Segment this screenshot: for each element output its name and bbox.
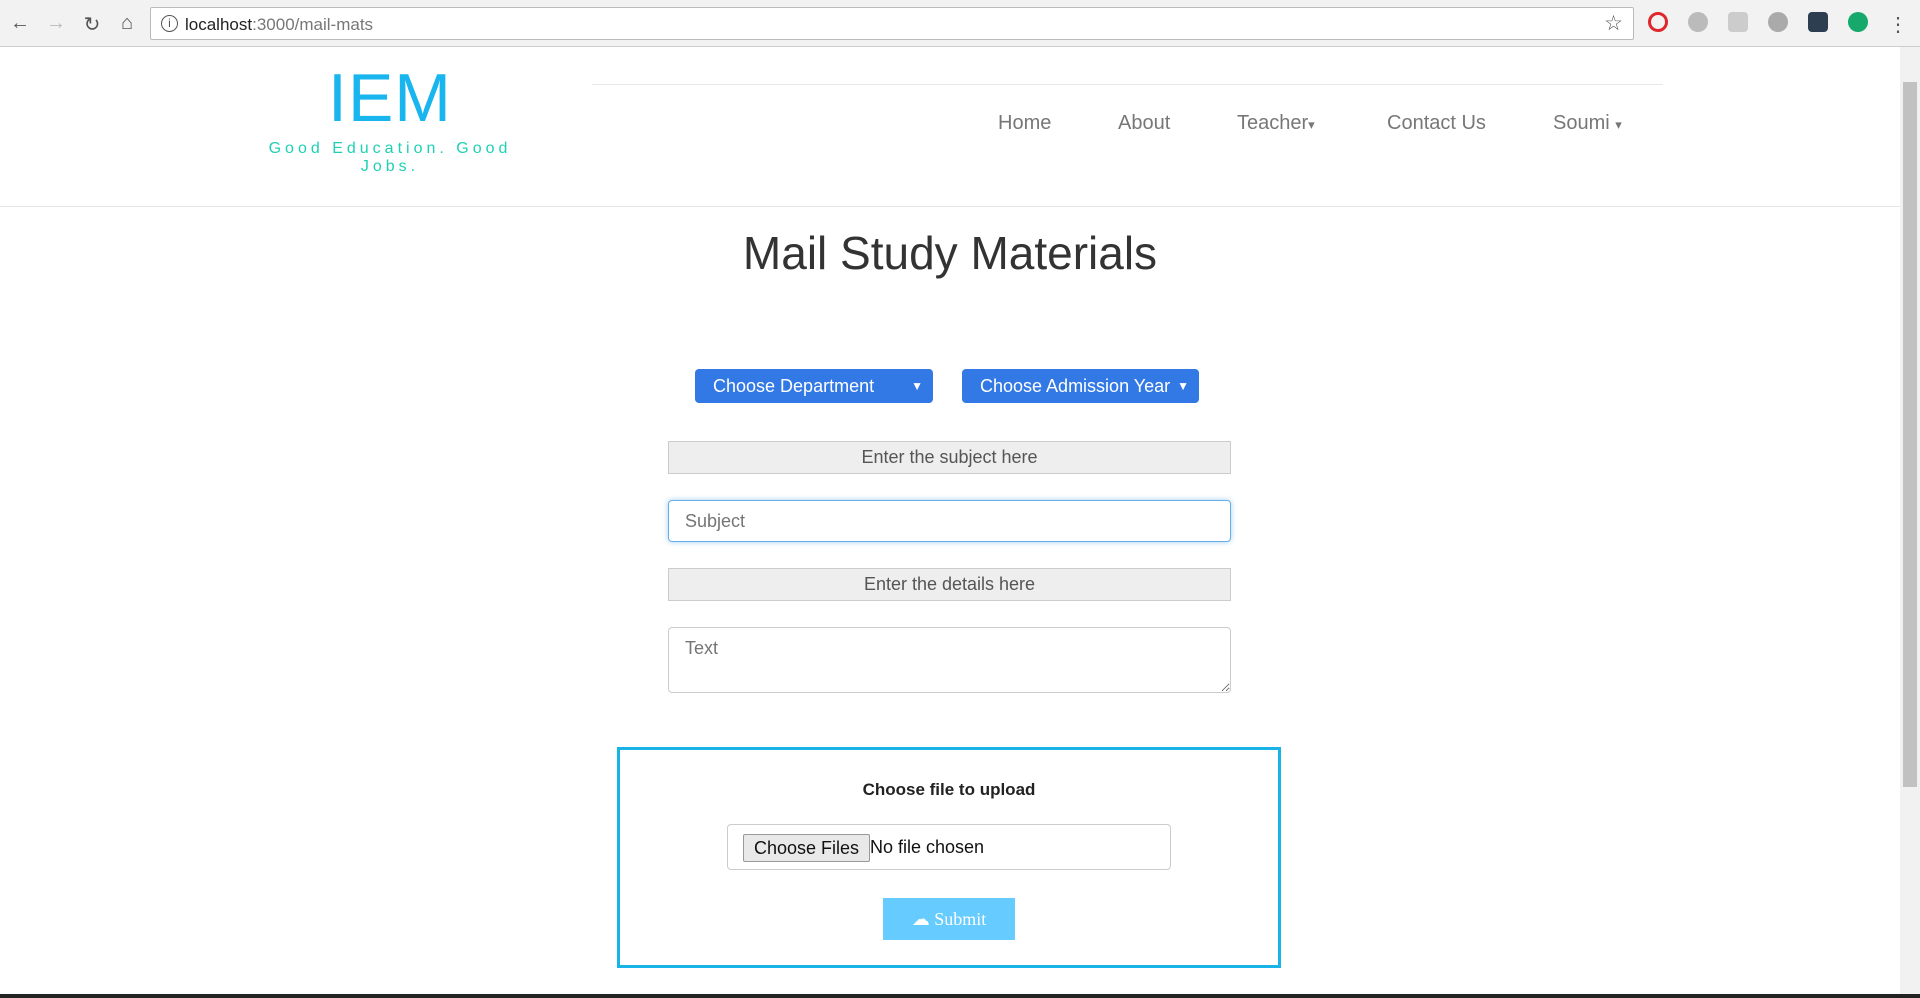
nav-home[interactable]: Home [998, 112, 1051, 135]
scrollbar[interactable] [1900, 47, 1920, 994]
taskbar-edge [0, 994, 1920, 998]
select-label: Choose Department [713, 376, 875, 396]
logo[interactable]: IEM Good Education. Good Jobs. [240, 60, 540, 176]
upload-title: Choose file to upload [862, 780, 1036, 799]
department-select[interactable]: Choose Department ▼ [695, 369, 933, 403]
caret-down-icon: ▾ [1615, 117, 1622, 132]
menu-icon[interactable]: ⋮ [1886, 12, 1910, 37]
bookmark-star-icon[interactable]: ☆ [1604, 11, 1623, 36]
extension-icon[interactable] [1768, 12, 1788, 32]
nav-user-menu[interactable]: Soumi ▾ [1553, 112, 1622, 135]
info-icon[interactable]: i [161, 15, 178, 32]
details-textarea[interactable] [668, 627, 1231, 693]
divider [592, 84, 1663, 85]
browser-toolbar: ← → ↻ ⌂ i localhost:3000/mail-mats ☆ ⋮ [0, 0, 1920, 47]
nav-label: Soumi [1553, 112, 1610, 134]
caret-down-icon: ▼ [1177, 379, 1189, 393]
details-label: Enter the details here [668, 568, 1231, 601]
back-icon[interactable]: ← [8, 12, 32, 35]
logo-text: IEM [328, 60, 452, 136]
extension-icon[interactable] [1688, 12, 1708, 32]
forward-icon[interactable]: → [44, 12, 68, 35]
url-path: :3000/mail-mats [252, 15, 374, 34]
divider [0, 206, 1900, 207]
subject-input[interactable] [668, 500, 1231, 542]
url-text: localhost:3000/mail-mats [185, 15, 373, 35]
admission-year-select[interactable]: Choose Admission Year ▼ [962, 369, 1199, 403]
file-status: No file chosen [870, 837, 985, 857]
url-host: localhost [185, 15, 253, 34]
page-title: Mail Study Materials [742, 227, 1158, 279]
upload-panel: Choose file to upload Choose Files No fi… [617, 747, 1281, 968]
home-icon[interactable]: ⌂ [115, 12, 139, 35]
subject-label: Enter the subject here [668, 441, 1231, 474]
caret-down-icon: ▼ [911, 379, 923, 393]
choose-files-button[interactable]: Choose Files [743, 834, 871, 862]
reload-icon[interactable]: ↻ [80, 12, 104, 37]
submit-label: Submit [934, 909, 987, 929]
nav-contact[interactable]: Contact Us [1387, 112, 1486, 135]
pdf-extension-icon[interactable] [1728, 12, 1748, 32]
caret-down-icon: ▾ [1308, 117, 1315, 132]
file-input[interactable]: Choose Files No file chosen [727, 824, 1171, 870]
nav-label: Teacher [1237, 112, 1309, 134]
cloud-upload-icon: ☁ [911, 909, 930, 929]
scrollbar-thumb[interactable] [1903, 82, 1917, 787]
select-label: Choose Admission Year [980, 376, 1171, 396]
tagline: Good Education. Good Jobs. [268, 140, 512, 175]
submit-button[interactable]: ☁ Submit [883, 898, 1015, 940]
opera-extension-icon[interactable] [1648, 12, 1668, 32]
address-bar[interactable]: i localhost:3000/mail-mats ☆ [150, 7, 1634, 40]
nav-teacher[interactable]: Teacher▾ [1237, 112, 1315, 135]
extension-icon[interactable] [1808, 12, 1828, 32]
extension-icon[interactable] [1848, 12, 1868, 32]
nav-about[interactable]: About [1118, 112, 1170, 135]
